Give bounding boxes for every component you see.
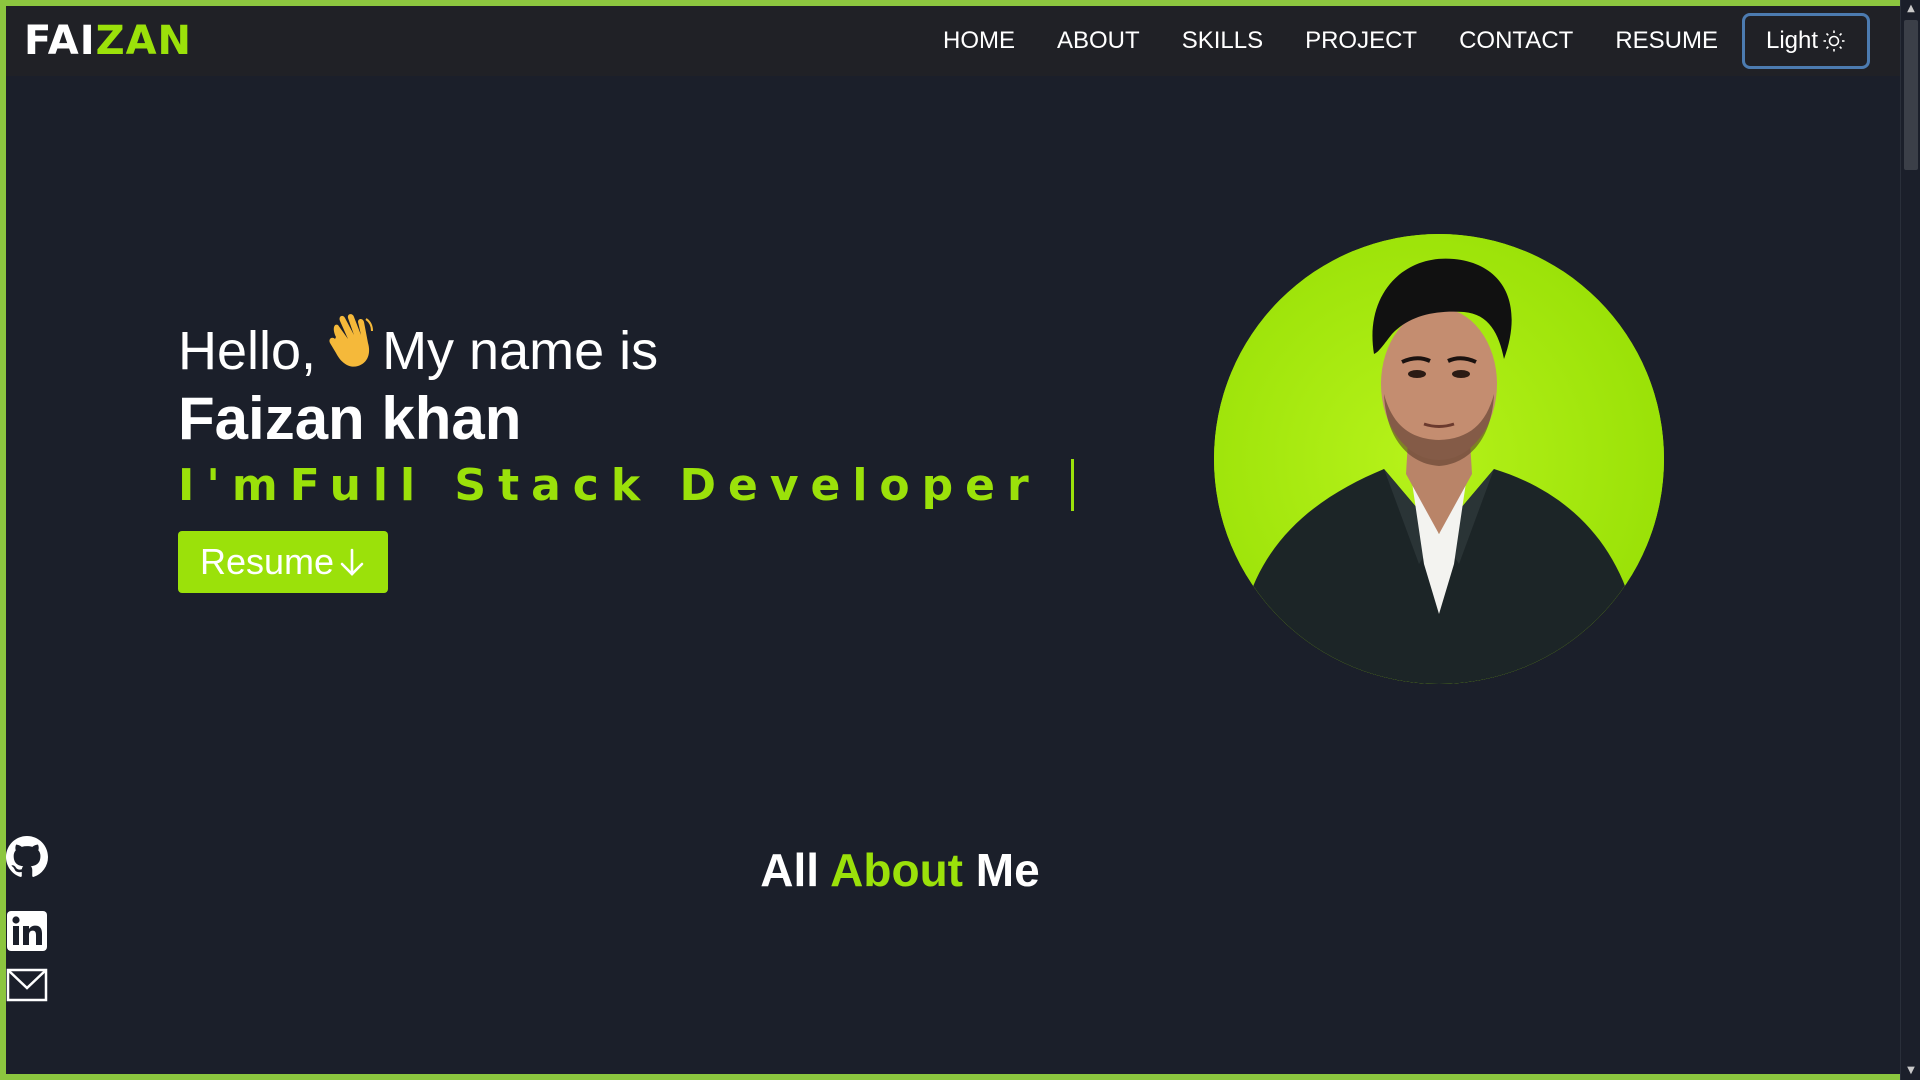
linkedin-icon	[7, 911, 47, 951]
theme-toggle-label: Light	[1765, 27, 1819, 54]
github-link[interactable]	[6, 836, 48, 878]
logo-part-2: ZAN	[95, 18, 193, 64]
about-section-heading: All About Me	[0, 843, 1800, 897]
greeting-line: Hello, My name is	[178, 314, 1074, 382]
nav-links: HOME ABOUT SKILLS PROJECT CONTACT RESUME…	[901, 6, 1870, 76]
hero-name: Faizan khan	[178, 385, 522, 452]
about-heading-word-1: All	[760, 844, 820, 896]
mail-icon	[6, 968, 48, 1002]
window-frame-bottom	[0, 1074, 1920, 1080]
nav-resume[interactable]: RESUME	[1615, 27, 1718, 55]
mail-link[interactable]	[6, 968, 48, 1002]
profile-photo	[1214, 234, 1664, 684]
nav-project[interactable]: PROJECT	[1305, 27, 1417, 55]
greeting-prefix: Hello,	[178, 321, 317, 381]
profile-avatar	[1214, 234, 1664, 684]
nav-about[interactable]: ABOUT	[1057, 27, 1140, 55]
logo-part-1: FAI	[24, 18, 96, 64]
resume-download-button[interactable]: Resume	[178, 531, 388, 593]
navbar: FAIZAN HOME ABOUT SKILLS PROJECT CONTACT…	[6, 6, 1900, 76]
about-heading-word-3: Me	[975, 844, 1040, 896]
nav-home[interactable]: HOME	[943, 27, 1015, 55]
scrollbar-thumb[interactable]	[1904, 20, 1918, 170]
nav-skills[interactable]: SKILLS	[1182, 27, 1263, 55]
theme-toggle-button[interactable]: Light	[1742, 13, 1870, 69]
scroll-up-arrow-icon[interactable]: ▲	[1904, 2, 1918, 16]
nav-contact[interactable]: CONTACT	[1459, 27, 1573, 55]
role-prefix: I'm	[178, 459, 290, 511]
typing-cursor	[1070, 459, 1074, 511]
resume-button-label: Resume	[199, 541, 335, 582]
vertical-scrollbar[interactable]: ▲ ▼	[1900, 0, 1920, 1080]
about-heading-word-2: About	[830, 844, 963, 896]
greeting-suffix: My name is	[382, 321, 659, 381]
sun-icon	[1823, 30, 1845, 52]
github-icon	[6, 836, 48, 877]
hero-section: Hello, My name is Faizan khan I'm Full St…	[178, 314, 1074, 593]
waving-hand-icon	[329, 314, 374, 367]
site-logo[interactable]: FAIZAN	[24, 18, 192, 64]
linkedin-link[interactable]	[6, 910, 48, 952]
role-title: Full Stack Developer	[289, 459, 1041, 511]
scroll-down-arrow-icon[interactable]: ▼	[1904, 1064, 1918, 1078]
arrow-down-icon	[340, 548, 364, 576]
role-line: I'm Full Stack Developer	[178, 459, 1074, 511]
